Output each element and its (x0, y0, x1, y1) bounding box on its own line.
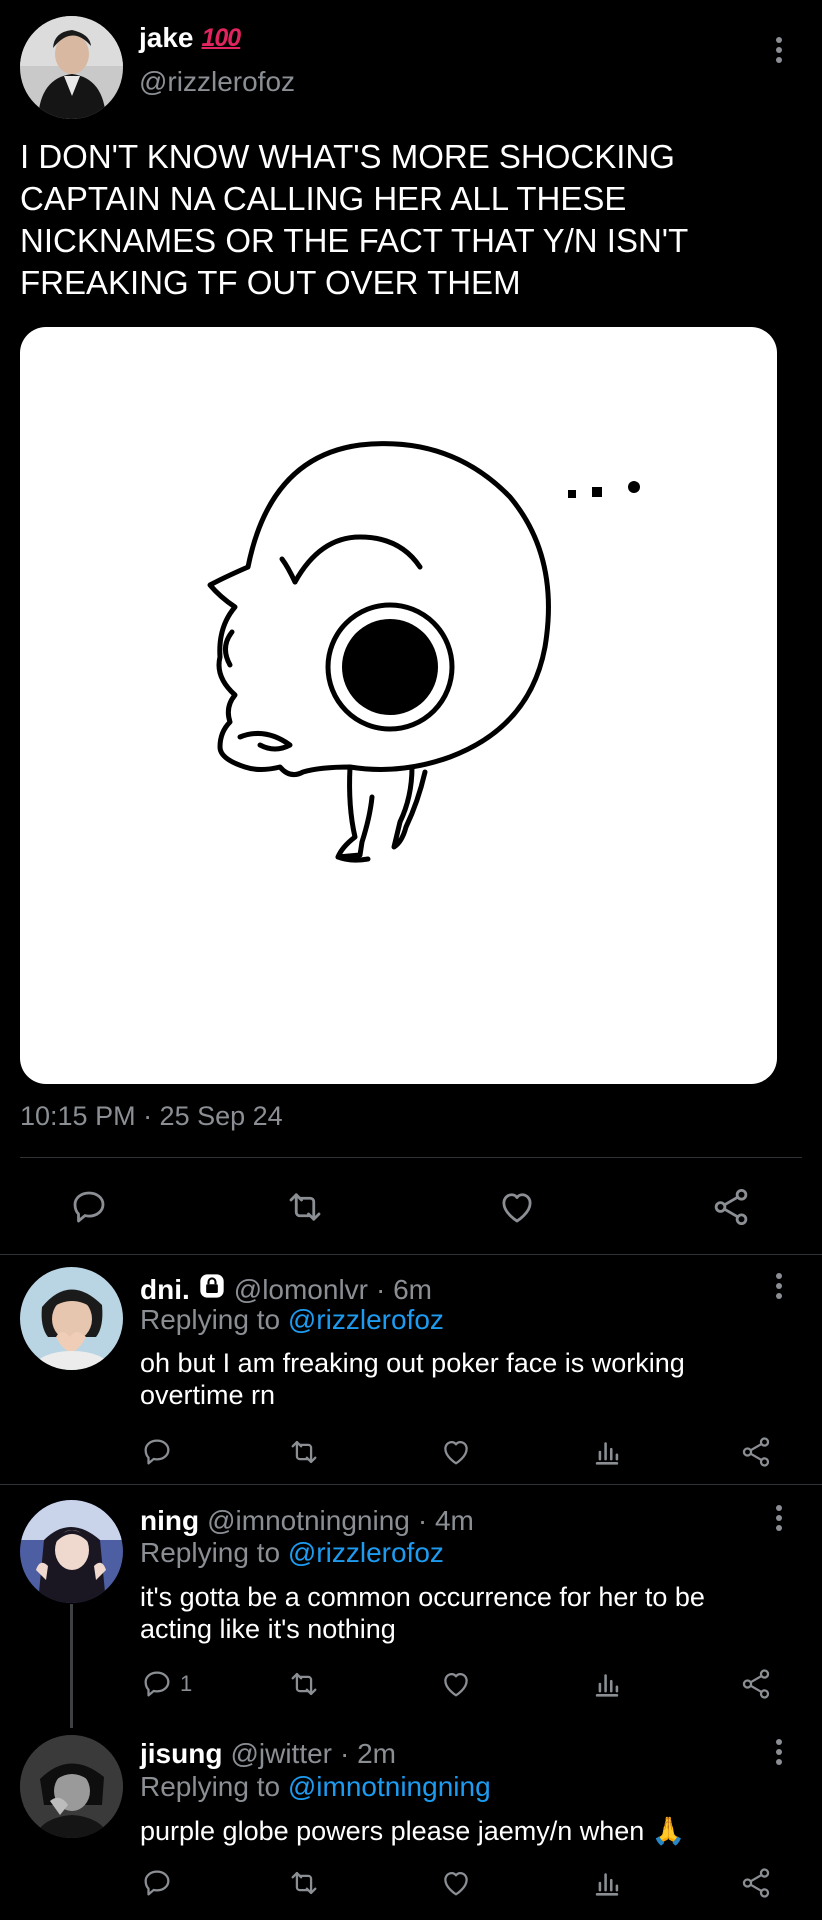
reply-icon (140, 1435, 174, 1469)
thread-line (70, 1604, 73, 1728)
reply-handle[interactable]: @lomonlvr (234, 1274, 368, 1306)
divider (20, 1157, 802, 1158)
share-button[interactable] (739, 1667, 773, 1701)
tweet-media-image[interactable] (20, 327, 777, 1084)
reply-icon (140, 1667, 174, 1701)
lock-icon (198, 1272, 226, 1307)
heart-icon (439, 1866, 473, 1900)
reply-count: 1 (180, 1671, 193, 1696)
share-button[interactable] (710, 1186, 752, 1228)
share-icon (739, 1435, 773, 1469)
replying-to-mention[interactable]: @imnotningning (288, 1771, 491, 1802)
reply-avatar[interactable] (20, 1500, 123, 1603)
reply-icon (68, 1186, 110, 1228)
author-avatar[interactable] (20, 16, 123, 119)
doodle-face-image (207, 441, 640, 863)
retweet-button[interactable] (286, 1667, 322, 1701)
reply-author-name[interactable]: dni. (140, 1274, 190, 1306)
heart-icon (439, 1435, 473, 1469)
replying-to-mention[interactable]: @rizzlerofoz (288, 1304, 444, 1335)
author-handle[interactable]: @rizzlerofoz (139, 66, 295, 98)
reply-header: dni. @lomonlvr · 6m (140, 1272, 432, 1307)
divider (0, 1254, 822, 1255)
replying-to: Replying to @rizzlerofoz (140, 1537, 444, 1569)
reply-author-name[interactable]: ning (140, 1505, 199, 1537)
analytics-button[interactable] (590, 1667, 624, 1701)
retweet-icon (283, 1186, 327, 1228)
reply-icon (140, 1866, 174, 1900)
reply-button[interactable] (140, 1866, 180, 1900)
tweet-timestamp[interactable]: 10:15 PM · 25 Sep 24 (20, 1101, 283, 1132)
replying-to: Replying to @rizzlerofoz (140, 1304, 444, 1336)
reply-handle[interactable]: @imnotningning (207, 1505, 410, 1537)
replying-to-mention[interactable]: @rizzlerofoz (288, 1537, 444, 1568)
share-icon (739, 1866, 773, 1900)
reply-button[interactable]: 1 (140, 1667, 192, 1701)
share-icon (739, 1667, 773, 1701)
like-button[interactable] (439, 1435, 473, 1469)
like-button[interactable] (496, 1186, 538, 1228)
author-name[interactable]: jake (139, 22, 194, 54)
analytics-button[interactable] (590, 1435, 624, 1469)
reply-time: · 4m (417, 1505, 474, 1536)
more-options-icon[interactable] (767, 1734, 791, 1770)
share-button[interactable] (739, 1866, 773, 1900)
tweet-text: I DON'T KNOW WHAT'S MORE SHOCKING CAPTAI… (20, 138, 688, 301)
analytics-icon (590, 1667, 624, 1701)
share-icon (710, 1186, 752, 1228)
more-options-icon[interactable] (767, 1268, 791, 1304)
reply-header: ning @imnotningning · 4m (140, 1505, 474, 1537)
reply-button[interactable] (68, 1186, 110, 1228)
analytics-icon (590, 1435, 624, 1469)
reply-button[interactable] (140, 1435, 180, 1469)
analytics-button[interactable] (590, 1866, 624, 1900)
reply-text: it's gotta be a common occurrence for he… (140, 1582, 705, 1644)
more-options-icon[interactable] (767, 32, 791, 68)
analytics-icon (590, 1866, 624, 1900)
reply-time: · 2m (340, 1738, 396, 1769)
reply-text: purple globe powers please jaemy/n when … (140, 1816, 686, 1846)
reply-avatar[interactable] (20, 1735, 123, 1838)
reply-header: jisung @jwitter · 2m (140, 1738, 396, 1770)
reply-avatar[interactable] (20, 1267, 123, 1370)
retweet-button[interactable] (286, 1866, 322, 1900)
retweet-button[interactable] (286, 1435, 322, 1469)
replying-to-label: Replying to (140, 1537, 281, 1568)
retweet-icon (286, 1435, 322, 1469)
share-button[interactable] (739, 1435, 773, 1469)
replying-to-label: Replying to (140, 1771, 281, 1802)
reply-time: · 6m (376, 1273, 432, 1305)
retweet-button[interactable] (283, 1186, 327, 1228)
hundred-points-icon: 100 (201, 23, 242, 52)
reply-text: oh but I am freaking out poker face is w… (140, 1348, 685, 1410)
like-button[interactable] (439, 1667, 473, 1701)
heart-icon (439, 1667, 473, 1701)
like-button[interactable] (439, 1866, 473, 1900)
retweet-icon (286, 1866, 322, 1900)
reply-handle[interactable]: @jwitter (230, 1738, 332, 1770)
heart-icon (496, 1186, 538, 1228)
replying-to-label: Replying to (140, 1304, 281, 1335)
retweet-icon (286, 1667, 322, 1701)
divider (0, 1484, 822, 1485)
replying-to: Replying to @imnotningning (140, 1771, 491, 1803)
reply-author-name[interactable]: jisung (140, 1738, 222, 1770)
more-options-icon[interactable] (767, 1500, 791, 1536)
author-name-row: jake 100 (139, 22, 242, 54)
